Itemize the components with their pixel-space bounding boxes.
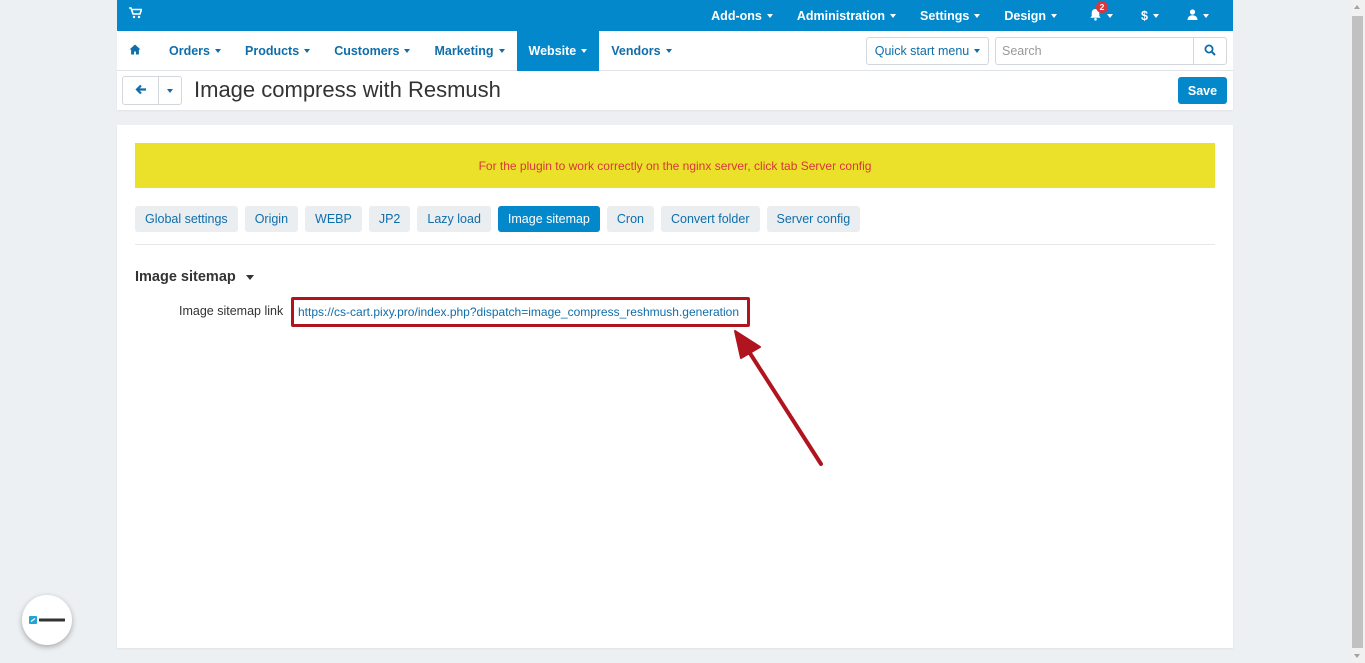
nginx-notice: For the plugin to work correctly on the … <box>135 143 1215 188</box>
widget-logo-icon <box>27 613 67 628</box>
nav-item-label: Customers <box>334 44 400 58</box>
nav-item-label: Orders <box>169 44 210 58</box>
top-nav-administration[interactable]: Administration <box>785 0 908 31</box>
top-nav-addons[interactable]: Add-ons <box>699 0 785 31</box>
user-icon <box>1187 8 1198 23</box>
tab-server-config[interactable]: Server config <box>766 206 861 232</box>
arrow-left-icon <box>134 83 147 98</box>
tab-jp2[interactable]: JP2 <box>368 206 411 232</box>
chevron-down-icon <box>890 13 897 18</box>
tab-cron[interactable]: Cron <box>606 206 654 232</box>
content-card: For the plugin to work correctly on the … <box>117 125 1233 648</box>
search-input[interactable] <box>995 37 1194 65</box>
chevron-down-icon <box>304 49 311 53</box>
currency-label: $ <box>1141 8 1148 23</box>
top-nav-label: Design <box>1004 8 1047 23</box>
top-bar: Add-ons Administration Settings Design 2… <box>117 0 1233 31</box>
chevron-down-icon <box>245 274 254 280</box>
nav-item-label: Products <box>245 44 300 58</box>
nav-item-customers[interactable]: Customers <box>322 31 422 71</box>
back-dropdown-button[interactable] <box>158 76 182 105</box>
top-nav: Add-ons Administration Settings Design 2… <box>699 0 1233 31</box>
main-nav-items: Orders Products Customers Marketing Webs… <box>157 31 684 71</box>
top-nav-settings[interactable]: Settings <box>908 0 992 31</box>
image-sitemap-link[interactable]: https://cs-cart.pixy.pro/index.php?dispa… <box>298 305 739 319</box>
nav-item-label: Website <box>528 44 577 58</box>
divider <box>135 244 1215 245</box>
home-icon[interactable] <box>129 43 141 58</box>
chevron-down-icon <box>215 49 221 53</box>
tab-convert-folder[interactable]: Convert folder <box>660 206 760 232</box>
tab-origin[interactable]: Origin <box>244 206 299 232</box>
currency-button[interactable]: $ <box>1129 0 1175 31</box>
quick-start-label: Quick start menu <box>874 44 970 58</box>
chevron-down-icon <box>766 13 773 18</box>
tab-webp[interactable]: WEBP <box>305 206 362 232</box>
chevron-down-icon <box>1051 13 1058 18</box>
user-menu-button[interactable] <box>1175 0 1233 31</box>
annotation-arrow-icon <box>734 330 823 466</box>
chevron-down-icon <box>1107 13 1114 18</box>
chevron-down-icon <box>1153 13 1159 18</box>
highlight-box: https://cs-cart.pixy.pro/index.php?dispa… <box>291 297 750 327</box>
nav-item-label: Vendors <box>611 44 661 58</box>
cart-icon[interactable] <box>129 7 143 22</box>
tab-image-sitemap[interactable]: Image sitemap <box>497 206 600 232</box>
scroll-down-icon[interactable] <box>1354 654 1360 658</box>
tab-lazy-load[interactable]: Lazy load <box>417 206 491 232</box>
back-button[interactable] <box>122 76 159 105</box>
chevron-down-icon <box>974 49 981 53</box>
top-nav-design[interactable]: Design <box>992 0 1077 31</box>
tab-global-settings[interactable]: Global settings <box>135 206 238 232</box>
save-button[interactable]: Save <box>1178 77 1227 104</box>
section-title-toggle[interactable]: Image sitemap <box>135 269 254 285</box>
top-nav-label: Administration <box>796 8 886 23</box>
chevron-down-icon <box>974 13 981 18</box>
chevron-down-icon <box>498 49 505 53</box>
top-nav-label: Settings <box>920 8 970 23</box>
chevron-down-icon <box>167 88 173 93</box>
search-button[interactable] <box>1193 37 1227 65</box>
chevron-down-icon <box>665 49 672 53</box>
quick-start-menu-button[interactable]: Quick start menu <box>866 37 989 65</box>
image-sitemap-link-label: Image sitemap link <box>179 304 284 318</box>
scrollbar-thumb[interactable] <box>1352 16 1363 648</box>
main-nav: Orders Products Customers Marketing Webs… <box>117 31 1233 71</box>
scroll-up-icon[interactable] <box>1354 5 1360 9</box>
section-title: Image sitemap <box>135 269 236 285</box>
nav-item-products[interactable]: Products <box>233 31 322 71</box>
notification-badge: 2 <box>1096 1 1109 13</box>
search-icon <box>1204 44 1216 59</box>
chevron-down-icon <box>1203 13 1209 18</box>
nav-item-website[interactable]: Website <box>516 31 600 71</box>
nav-item-vendors[interactable]: Vendors <box>599 31 683 71</box>
chevron-down-icon <box>404 49 411 53</box>
nav-item-label: Marketing <box>434 44 494 58</box>
page-title: Image compress with Resmush <box>194 77 501 102</box>
top-nav-label: Add-ons <box>711 8 762 23</box>
nav-item-orders[interactable]: Orders <box>157 31 233 71</box>
settings-tabs: Global settings Origin WEBP JP2 Lazy loa… <box>135 206 867 232</box>
chevron-down-icon <box>581 49 588 53</box>
floating-widget-button[interactable] <box>22 595 72 645</box>
notifications-button[interactable]: 2 <box>1077 0 1129 31</box>
nav-item-marketing[interactable]: Marketing <box>422 31 516 71</box>
page-header: Image compress with Resmush Save <box>117 71 1233 110</box>
